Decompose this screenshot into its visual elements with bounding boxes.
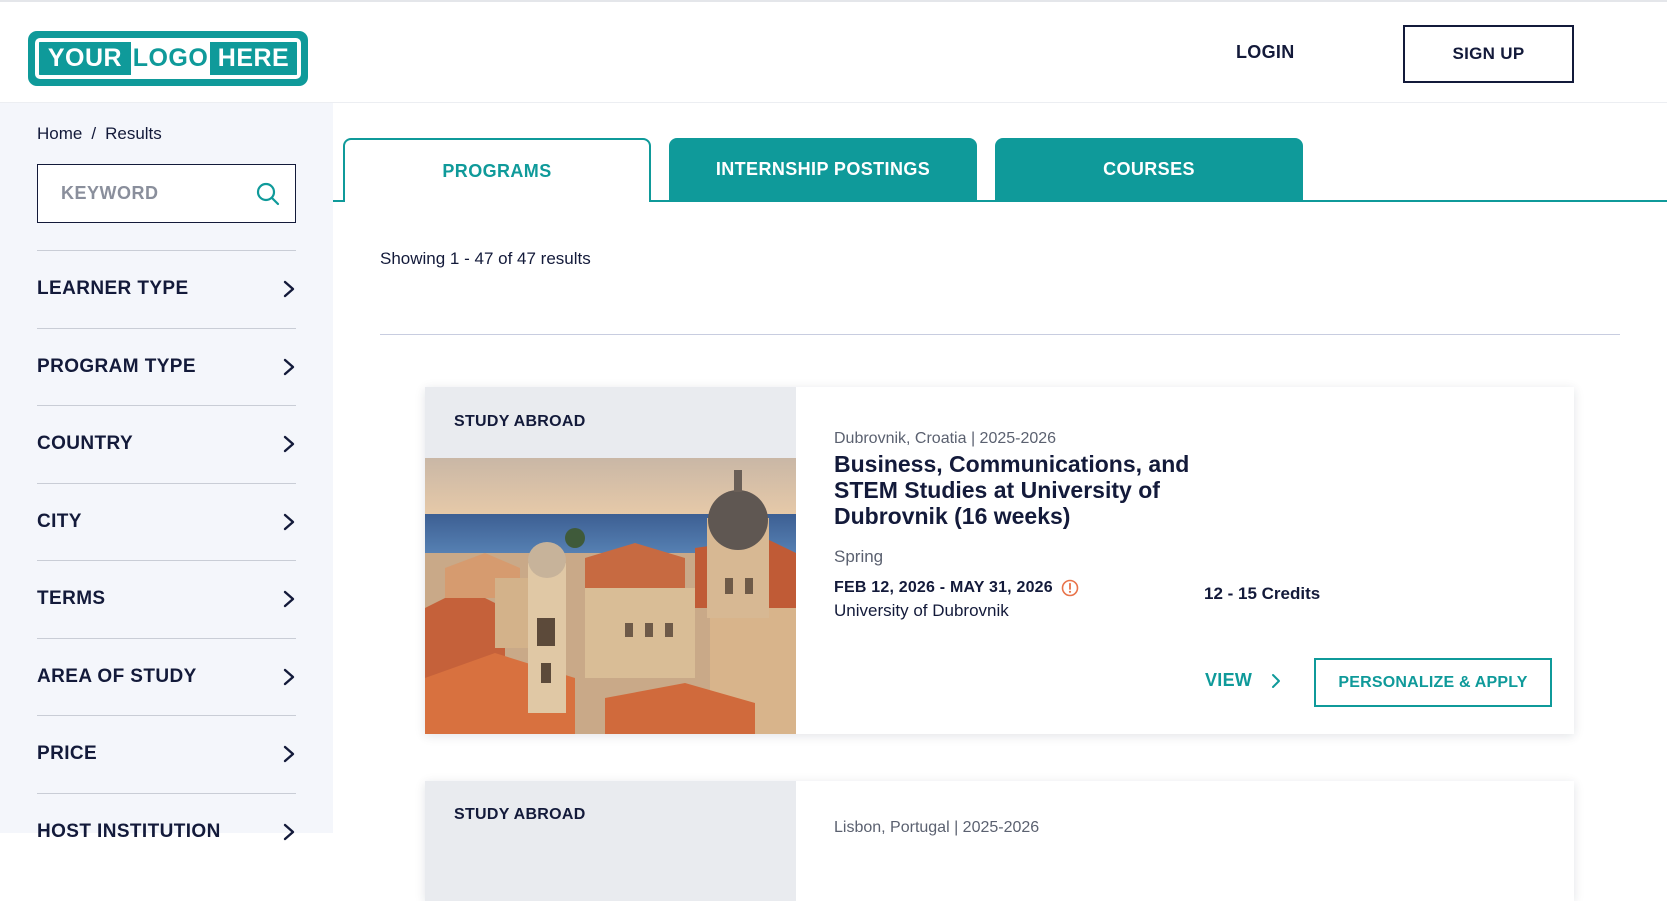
card-media: STUDY ABROAD: [425, 781, 796, 901]
logo-word-2: LOGO: [131, 42, 210, 75]
result-tabs: PROGRAMS INTERNSHIP POSTINGS COURSES: [333, 138, 1667, 202]
filter-list: LEARNER TYPE PROGRAM TYPE COUNTRY CITY T…: [37, 250, 296, 870]
filter-label: PROGRAM TYPE: [37, 355, 196, 377]
filter-label: LEARNER TYPE: [37, 278, 189, 300]
chevron-right-icon: [283, 358, 295, 375]
program-photo-image: [425, 458, 796, 734]
program-card: STUDY ABROAD Lisbon, Portugal | 2025-202…: [425, 781, 1574, 901]
filter-city[interactable]: CITY: [37, 482, 296, 561]
keyword-search-box: [37, 164, 296, 223]
program-institution: University of Dubrovnik: [834, 601, 1009, 620]
breadcrumb: Home / Results: [37, 124, 162, 144]
keyword-search-input[interactable]: [38, 165, 253, 221]
filter-label: PRICE: [37, 743, 98, 765]
logo-word-3: HERE: [210, 42, 297, 75]
results-count: Showing 1 - 47 of 47 results: [380, 249, 591, 268]
search-icon[interactable]: [255, 181, 281, 207]
sign-up-button[interactable]: SIGN UP: [1403, 25, 1574, 83]
chevron-right-icon: [283, 281, 295, 298]
filter-program-type[interactable]: PROGRAM TYPE: [37, 327, 296, 406]
breadcrumb-home[interactable]: Home: [37, 124, 82, 144]
chevron-right-icon: [1272, 673, 1281, 688]
breadcrumb-current: Results: [105, 124, 162, 143]
program-card: STUDY ABROAD Dubrovnik, Croatia | 2025-2…: [425, 387, 1574, 734]
filter-label: AREA OF STUDY: [37, 665, 197, 687]
logo-word-1: YOUR: [39, 42, 131, 75]
logo-frame: YOUR LOGO HERE: [35, 38, 301, 79]
program-dates: FEB 12, 2026 - MAY 31, 2026: [834, 579, 1079, 597]
filter-price[interactable]: PRICE: [37, 715, 296, 793]
tab-programs[interactable]: PROGRAMS: [343, 138, 651, 202]
program-type-tag: STUDY ABROAD: [454, 413, 586, 430]
filter-learner-type[interactable]: LEARNER TYPE: [37, 250, 296, 328]
filter-label: HOST INSTITUTION: [37, 820, 221, 842]
results-divider: [380, 334, 1620, 335]
site-logo[interactable]: YOUR LOGO HERE: [28, 31, 308, 86]
chevron-right-icon: [283, 436, 295, 453]
program-term: Spring: [834, 547, 884, 566]
program-title[interactable]: Business, Communications, and STEM Studi…: [834, 451, 1254, 529]
filter-terms[interactable]: TERMS: [37, 560, 296, 638]
filter-host-institution[interactable]: HOST INSTITUTION: [37, 792, 296, 871]
top-header: YOUR LOGO HERE LOGIN SIGN UP: [0, 0, 1667, 103]
personalize-apply-button[interactable]: PERSONALIZE & APPLY: [1314, 658, 1552, 707]
chevron-right-icon: [283, 746, 295, 763]
filter-label: CITY: [37, 510, 82, 532]
filter-country[interactable]: COUNTRY: [37, 405, 296, 483]
program-location: Dubrovnik, Croatia | 2025-2026: [834, 430, 1057, 447]
filter-label: COUNTRY: [37, 433, 134, 455]
tab-courses[interactable]: COURSES: [995, 138, 1303, 201]
chevron-right-icon: [283, 513, 295, 530]
login-link[interactable]: LOGIN: [1236, 42, 1295, 63]
view-program-link[interactable]: VIEW: [1205, 670, 1282, 691]
chevron-right-icon: [283, 591, 295, 608]
view-label: VIEW: [1205, 670, 1253, 690]
filter-label: TERMS: [37, 588, 106, 610]
program-dates-text: FEB 12, 2026 - MAY 31, 2026: [834, 579, 1053, 596]
chevron-right-icon: [283, 668, 295, 685]
filter-sidebar: Home / Results LEARNER TYPE PROGRAM TYPE…: [0, 103, 333, 842]
tab-internship-postings[interactable]: INTERNSHIP POSTINGS: [669, 138, 977, 201]
breadcrumb-separator: /: [91, 124, 97, 143]
program-type-tag: STUDY ABROAD: [454, 806, 586, 823]
program-photo[interactable]: [425, 458, 796, 734]
filter-area-of-study[interactable]: AREA OF STUDY: [37, 637, 296, 716]
program-location: Lisbon, Portugal | 2025-2026: [834, 819, 1040, 836]
program-credits: 12 - 15 Credits: [1204, 584, 1321, 603]
alert-icon[interactable]: [1061, 579, 1079, 597]
card-media: STUDY ABROAD: [425, 387, 796, 734]
chevron-right-icon: [283, 823, 295, 840]
